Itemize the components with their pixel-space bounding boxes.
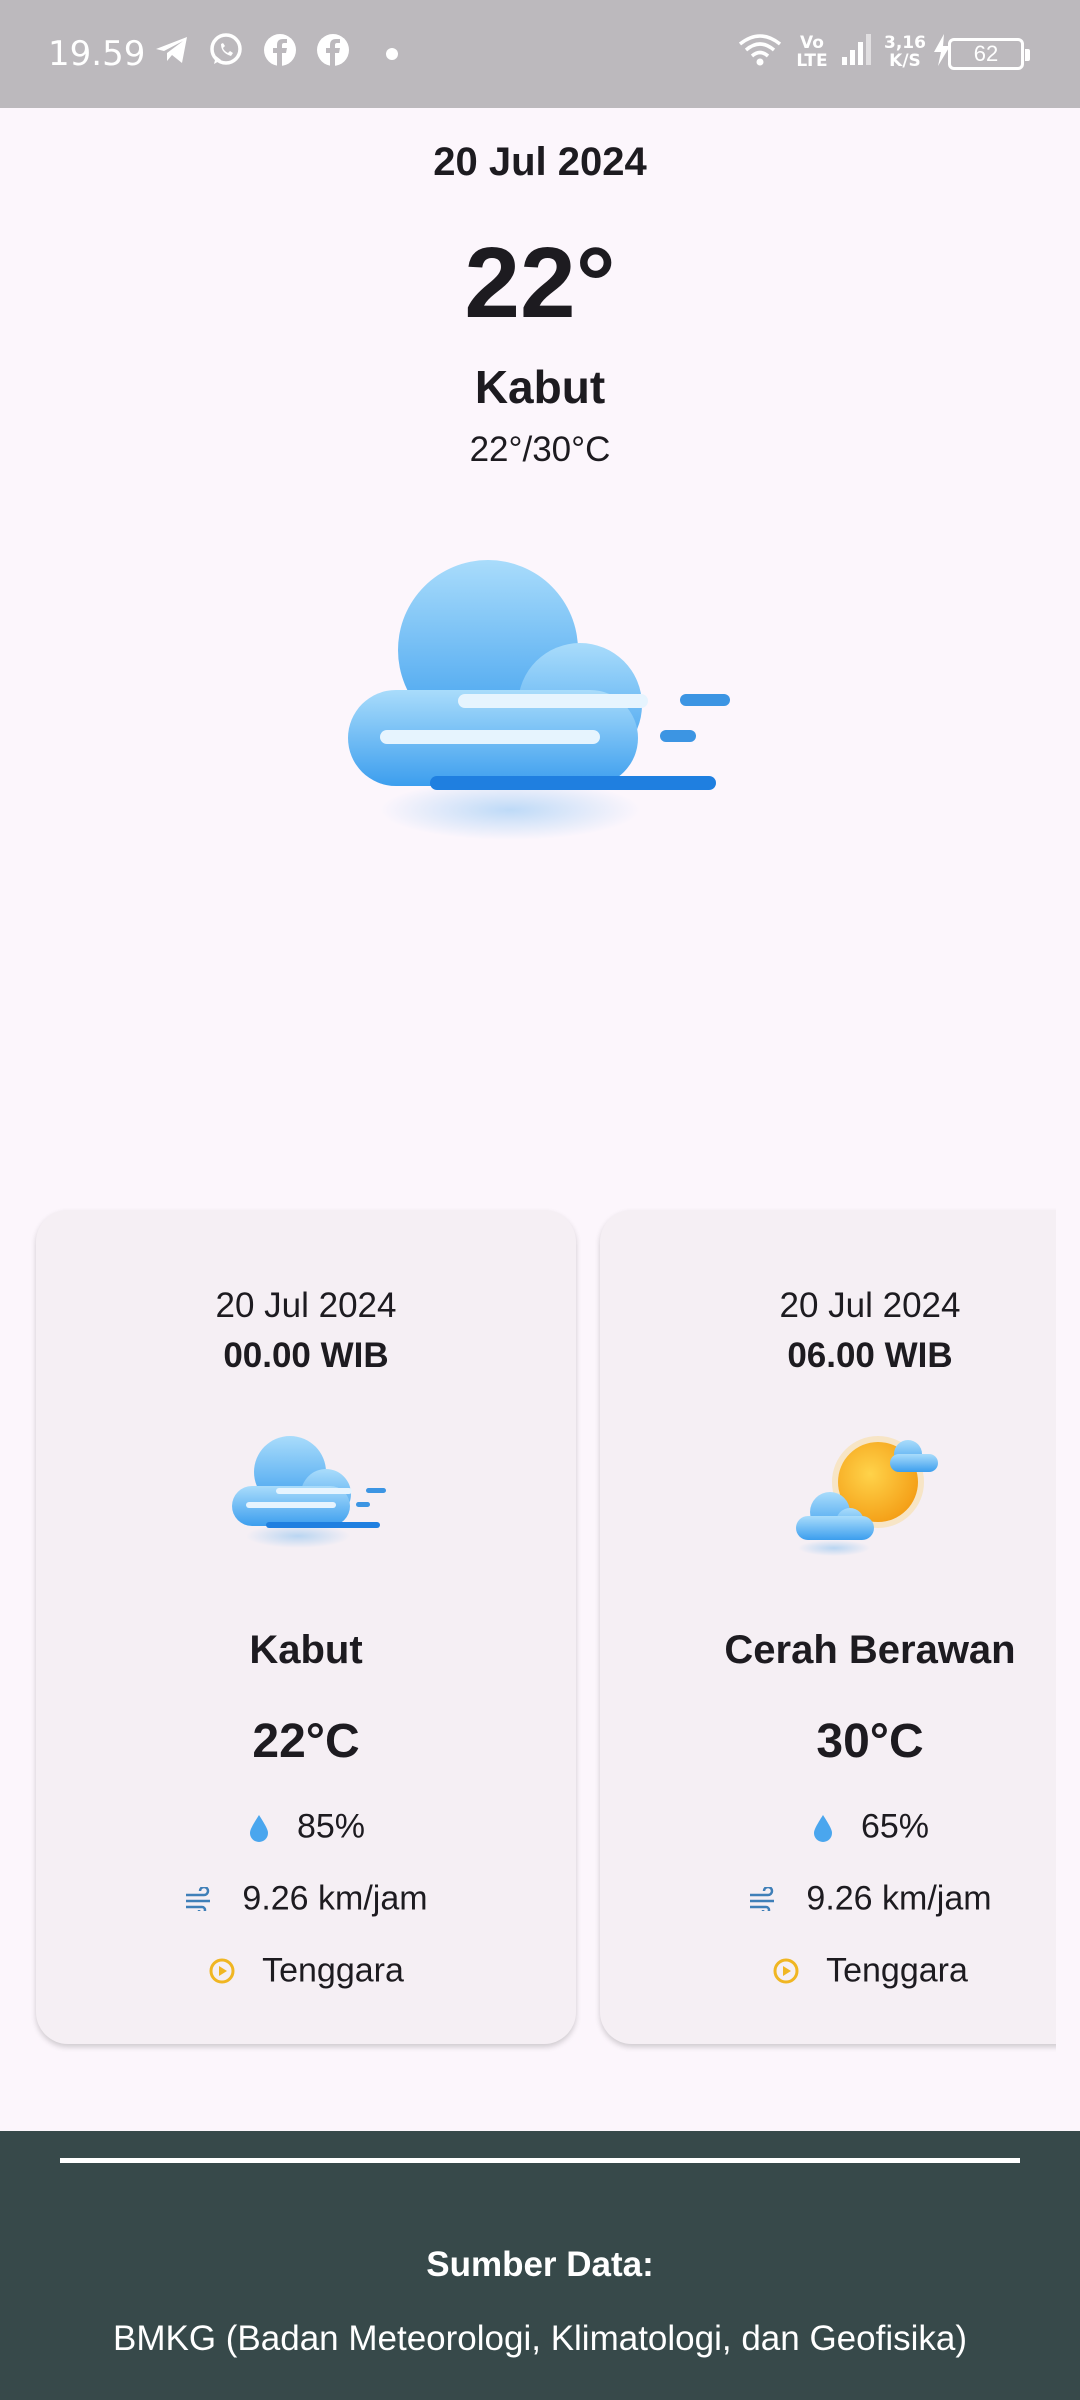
forecast-temperature: 30°C: [816, 1715, 924, 1768]
forecast-time: 06.00 WIB: [787, 1336, 953, 1375]
water-drop-icon: [249, 1815, 268, 1843]
wifi-icon: [738, 34, 782, 66]
wind-speed-value: 9.26 km/jam: [806, 1879, 992, 1918]
wind-speed-row: 9.26 km/jam: [36, 1878, 576, 1919]
footer-divider: [60, 2158, 1020, 2163]
forecast-list[interactable]: 20 Jul 2024 00.00 WIB Kabut 22°C 85% 9.2…: [0, 1200, 1056, 2060]
status-time: 19.59: [48, 34, 146, 74]
wind-direction-value: Tenggara: [262, 1951, 404, 1990]
wind-speed-value: 9.26 km/jam: [242, 1879, 428, 1918]
humidity-row: 85%: [36, 1806, 576, 1847]
humidity-row: 65%: [600, 1806, 1056, 1847]
wind-direction-row: Tenggara: [600, 1950, 1056, 1991]
wind-direction-value: Tenggara: [826, 1951, 968, 1990]
humidity-value: 85%: [296, 1807, 366, 1846]
fog-cloud-icon: [232, 1436, 386, 1548]
footer: Sumber Data: BMKG (Badan Meteorologi, Kl…: [0, 2131, 1080, 2400]
wind-direction-row: Tenggara: [36, 1950, 576, 1991]
forecast-temperature: 22°C: [252, 1715, 360, 1768]
telegram-icon: [156, 37, 187, 63]
forecast-time: 00.00 WIB: [223, 1336, 389, 1375]
forecast-card[interactable]: 20 Jul 2024 00.00 WIB Kabut 22°C 85% 9.2…: [36, 1210, 576, 2044]
source-title: Sumber Data:: [426, 2245, 654, 2284]
current-temperature: 22°: [464, 227, 616, 339]
source-body: BMKG (Badan Meteorologi, Klimatologi, da…: [112, 2319, 967, 2358]
forecast-condition: Cerah Berawan: [724, 1628, 1016, 1672]
wind-speed-row: 9.26 km/jam: [600, 1878, 1056, 1919]
network-speed: 3,16 K/S: [884, 33, 926, 71]
direction-icon: [773, 1958, 799, 1984]
current-condition: Kabut: [474, 361, 606, 413]
humidity-value: 65%: [860, 1807, 930, 1846]
fog-cloud-icon: [348, 560, 730, 840]
facebook-icon: [264, 34, 296, 66]
whatsapp-icon: [210, 33, 242, 65]
forecast-card[interactable]: 20 Jul 2024 06.00 WIB Cerah Berawan 30°C: [600, 1210, 1056, 2044]
forecast-date: 20 Jul 2024: [215, 1286, 397, 1325]
direction-icon: [209, 1958, 235, 1984]
facebook-icon: [317, 34, 349, 66]
dot-icon: [386, 48, 398, 60]
water-drop-icon: [813, 1815, 832, 1843]
signal-icon: [842, 34, 871, 65]
volte-icon: Vo LTE: [796, 33, 828, 71]
current-date: 20 Jul 2024: [433, 140, 647, 184]
wind-icon: [186, 1887, 211, 1912]
sun-cloud-icon: [796, 1436, 938, 1556]
current-temperature-range: 22°/30°C: [469, 430, 611, 469]
forecast-condition: Kabut: [249, 1628, 363, 1672]
status-bar: 19.59 Vo LTE 3,16 K/S 62: [0, 0, 1080, 108]
forecast-date: 20 Jul 2024: [779, 1286, 961, 1325]
battery-indicator: 62: [948, 38, 1030, 70]
wind-icon: [750, 1887, 775, 1912]
